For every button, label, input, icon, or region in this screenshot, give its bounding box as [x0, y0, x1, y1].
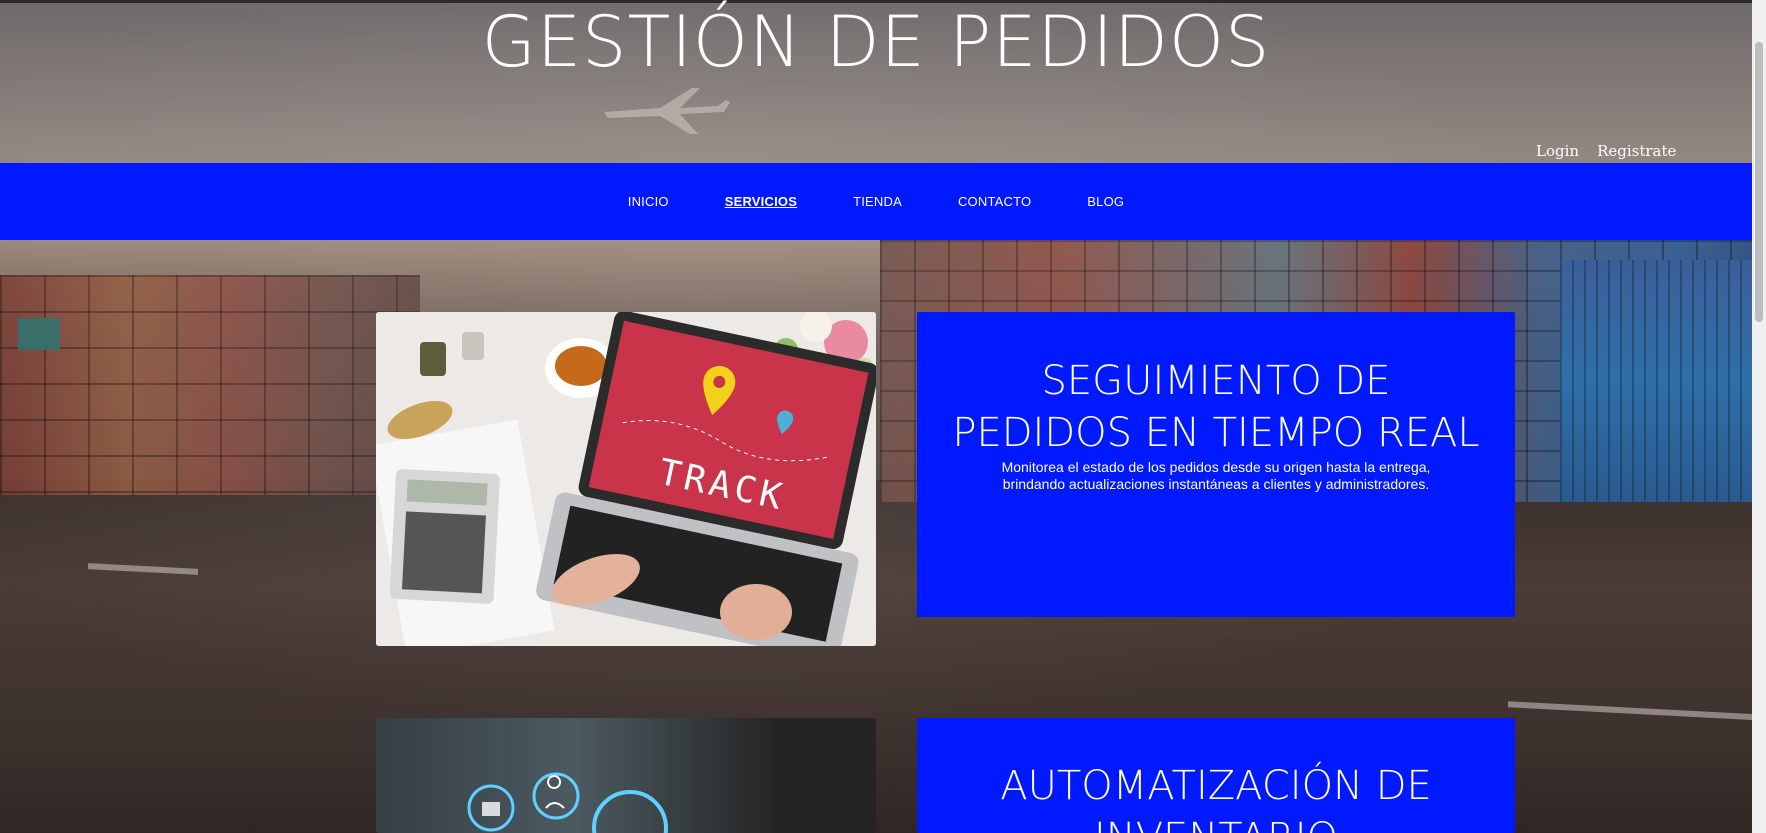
- nav-item-servicios[interactable]: SERVICIOS: [697, 194, 825, 209]
- airplane-icon: [604, 88, 730, 134]
- scrollbar-thumb[interactable]: [1755, 42, 1763, 322]
- service-card-tracking: SEGUIMIENTO DE PEDIDOS EN TIEMPO REAL Mo…: [917, 312, 1515, 617]
- nav-item-blog[interactable]: BLOG: [1059, 194, 1152, 209]
- nav-list: INICIO SERVICIOS TIENDA CONTACTO BLOG: [600, 194, 1152, 209]
- tracking-illustration: TRACK: [376, 312, 876, 646]
- auth-links: Login Registrate: [1536, 142, 1676, 160]
- page-title: GESTIÓN DE PEDIDOS: [481, 1, 1271, 83]
- page-scrollbar[interactable]: [1752, 0, 1766, 833]
- main-navbar: INICIO SERVICIOS TIENDA CONTACTO BLOG: [0, 163, 1752, 240]
- service-card-inventory: AUTOMATIZACIÓN DE INVENTARIO: [917, 718, 1515, 833]
- register-link[interactable]: Registrate: [1597, 142, 1676, 160]
- service-description: Monitorea el estado de los pedidos desde…: [1001, 459, 1431, 492]
- nav-item-tienda[interactable]: TIENDA: [825, 194, 930, 209]
- nav-item-inicio[interactable]: INICIO: [600, 194, 697, 209]
- service-title: SEGUIMIENTO DE PEDIDOS EN TIEMPO REAL: [952, 358, 1480, 456]
- nav-item-contacto[interactable]: CONTACTO: [930, 194, 1059, 209]
- service-title: AUTOMATIZACIÓN DE INVENTARIO: [1000, 763, 1432, 833]
- inventory-illustration: [376, 718, 876, 833]
- login-link[interactable]: Login: [1536, 142, 1579, 160]
- service-image-tracking: TRACK: [376, 312, 876, 646]
- service-image-inventory: [376, 718, 876, 833]
